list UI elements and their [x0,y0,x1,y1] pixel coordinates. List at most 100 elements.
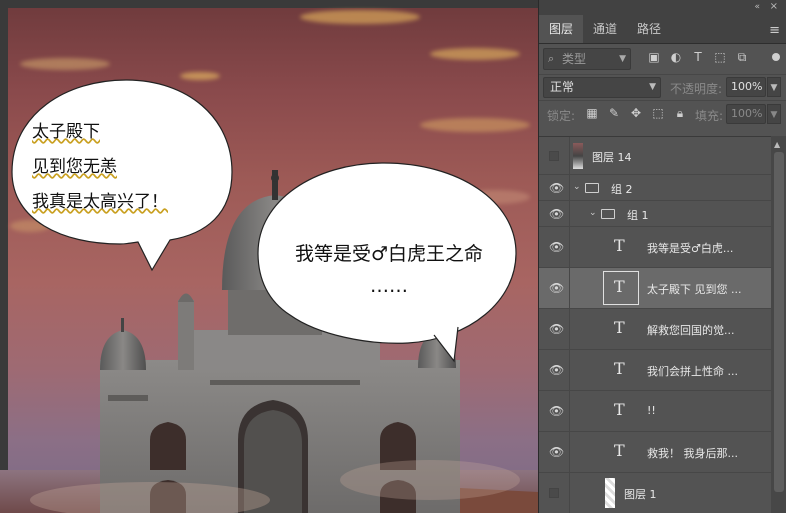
layers-panel: « × 图层 通道 路径 ≡ ⌕ 类型 ▼ ▣ ◐ T ⬚ ⧉ 正常 ▼ 不透明… [538,0,786,513]
chevron-down-icon: ▼ [649,82,656,92]
eye-icon[interactable]: 👁︎ [549,446,564,458]
divider [569,268,570,308]
layer-row[interactable]: 👁︎ T 救我！ 我身后那... [539,432,771,473]
divider [569,473,570,513]
divider [569,432,570,472]
folder-icon [585,183,599,193]
layer-name[interactable]: 组 2 [611,181,633,197]
close-panel-icon[interactable]: × [770,1,778,12]
bubble-line: …… [370,275,408,297]
tab-layers[interactable]: 图层 [539,15,584,43]
blend-row: 正常 ▼ 不透明度: 100% ▼ [539,74,786,100]
lock-move-icon[interactable]: ✥ [629,106,643,120]
layer-filter-row: ⌕ 类型 ▼ ▣ ◐ T ⬚ ⧉ [539,44,786,74]
divider [569,137,570,174]
layer-row[interactable]: 👁︎ T 我们会拼上性命 ... [539,350,771,391]
layer-name[interactable]: 太子殿下 见到您 ... [647,281,741,297]
layer-name[interactable]: !! [647,404,656,417]
layer-row[interactable]: 👁︎ ⌄ 组 1 [539,201,771,227]
collapse-panel-icon[interactable]: « [754,2,760,12]
eye-icon[interactable]: 👁︎ [549,208,564,220]
adjustment-filter-icon[interactable]: ◐ [669,50,683,64]
folder-icon [601,209,615,219]
text-filter-icon[interactable]: T [691,50,705,64]
layer-row[interactable]: 图层 14 [539,137,771,175]
shape-filter-icon[interactable]: ⬚ [713,50,727,64]
layer-row-selected[interactable]: 👁︎ T 太子殿下 见到您 ... [539,268,771,309]
divider [569,175,570,200]
opacity-dropdown[interactable]: ▼ [767,77,781,97]
lock-paint-icon[interactable]: ✎ [607,106,621,120]
eye-icon[interactable]: 👁︎ [549,182,564,194]
layer-row[interactable]: 👁︎ T 解救您回国的觉... [539,309,771,350]
lock-pixels-icon[interactable]: ▦ [585,106,599,120]
chevron-down-icon: ▼ [619,54,626,64]
lock-artboard-icon[interactable]: ⬚ [651,106,665,120]
bubble-line: 我等是受♂白虎王之命 [294,243,484,265]
layer-name[interactable]: 救我！ 我身后那... [647,445,738,461]
opacity-label: 不透明度: [670,82,723,96]
lock-label: 锁定: [547,109,576,123]
layer-name[interactable]: 组 1 [627,207,649,223]
opacity-field[interactable]: 100% [726,77,766,97]
layer-row[interactable]: 👁︎ T !! [539,391,771,432]
scrollbar-thumb[interactable] [774,152,784,492]
eye-icon[interactable]: 👁︎ [549,282,564,294]
text-layer-icon: T [614,236,625,255]
filter-kind-select[interactable]: ⌕ 类型 ▼ [543,48,631,70]
visibility-toggle[interactable] [549,488,559,498]
bubble-line: 我真是太高兴了！ [32,192,168,212]
text-layer-icon: T [614,359,625,378]
layer-name[interactable]: 解救您回国的觉... [647,322,735,338]
layer-name[interactable]: 我等是受♂白虎... [647,240,733,256]
text-layer-icon: T [614,400,625,419]
smart-object-filter-icon[interactable]: ⧉ [735,50,749,64]
scroll-up-icon[interactable]: ▲ [774,140,780,149]
eye-icon[interactable]: 👁︎ [549,323,564,335]
text-layer-icon: T [614,318,625,337]
speech-bubble-1-text: 太子殿下 见到您无恙 我真是太高兴了！ [32,115,168,220]
layer-row[interactable]: 👁︎ T 我等是受♂白虎... [539,227,771,268]
filter-kind-label: 类型 [562,52,587,66]
document-canvas[interactable]: 太子殿下 见到您无恙 我真是太高兴了！ 我等是受♂白虎王之命 …… [0,0,538,513]
panel-tabs: 图层 通道 路径 ≡ [539,15,786,44]
visibility-toggle[interactable] [549,151,559,161]
speech-bubble-2-text: 我等是受♂白虎王之命 …… [262,238,516,302]
blend-mode-value: 正常 [550,80,575,94]
layer-row[interactable]: 👁︎ ⌄ 组 2 [539,175,771,201]
bubble-line: 太子殿下 [32,122,100,142]
divider [569,309,570,349]
layer-thumbnail [573,143,583,169]
eye-icon[interactable]: 👁︎ [549,405,564,417]
lock-all-icon[interactable]: 🔒︎ [673,106,687,120]
text-layer-icon: T [614,277,625,296]
layers-list: 图层 14 👁︎ ⌄ 组 2 👁︎ ⌄ 组 1 👁︎ T 我等是受♂白虎... … [539,136,771,513]
panel-menu-icon[interactable]: ≡ [769,23,780,38]
filter-toggle[interactable] [772,53,780,61]
fill-dropdown[interactable]: ▼ [767,104,781,124]
search-icon: ⌕ [548,52,555,65]
panel-title-bar[interactable]: « × [539,0,786,16]
tab-channels[interactable]: 通道 [583,15,627,43]
filter-icons: ▣ ◐ T ⬚ ⧉ [647,50,749,64]
layer-row[interactable]: 图层 1 [539,473,771,513]
layer-name[interactable]: 图层 1 [624,486,657,502]
fill-label: 填充: [695,109,724,123]
divider [569,350,570,390]
eye-icon[interactable]: 👁︎ [549,241,564,253]
layer-name[interactable]: 我们会拼上性命 ... [647,363,738,379]
text-layer-icon: T [614,441,625,460]
chevron-down-icon[interactable]: ⌄ [589,208,597,218]
layer-name[interactable]: 图层 14 [592,149,632,165]
image-filter-icon[interactable]: ▣ [647,50,661,64]
blend-mode-select[interactable]: 正常 ▼ [543,77,661,98]
layer-thumbnail [605,478,615,508]
eye-icon[interactable]: 👁︎ [549,364,564,376]
divider [569,227,570,267]
lock-icons: ▦ ✎ ✥ ⬚ 🔒︎ [585,106,687,120]
layers-scrollbar[interactable]: ▲ [771,136,786,513]
fill-field[interactable]: 100% [726,104,766,124]
tab-paths[interactable]: 路径 [627,15,671,43]
bubble-line: 见到您无恙 [32,157,117,177]
chevron-down-icon[interactable]: ⌄ [573,182,581,192]
